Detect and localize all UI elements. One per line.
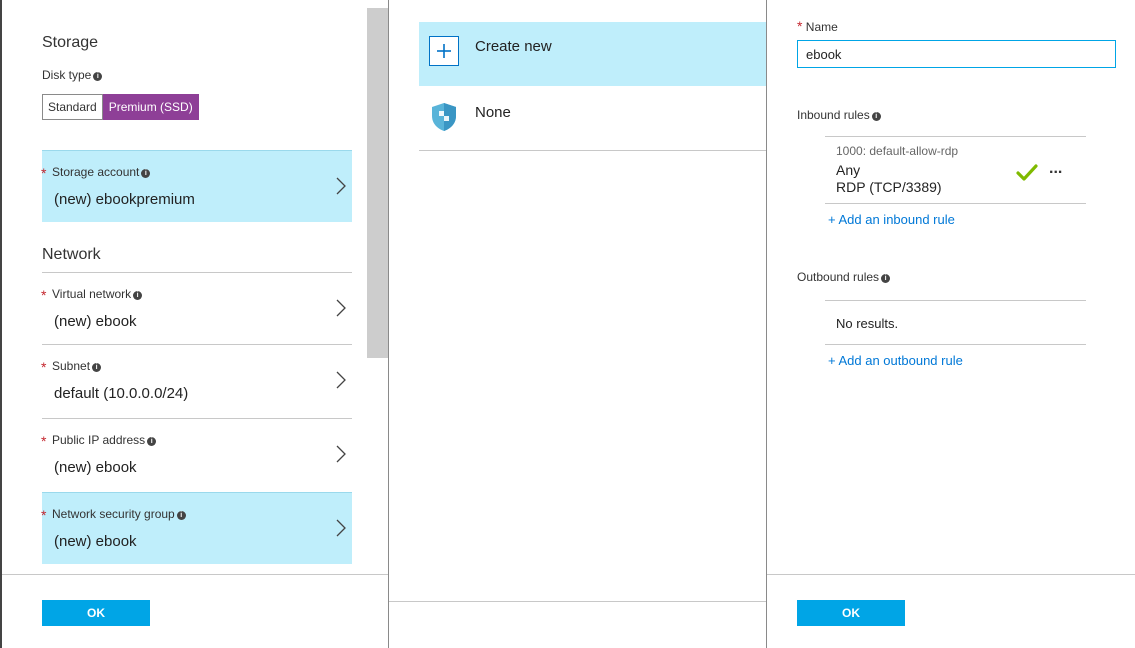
subnet-label: Subnet i [52, 359, 102, 373]
virtual-network-row[interactable]: * Virtual network i (new) ebook [41, 272, 352, 344]
option-divider [419, 150, 766, 151]
inbound-rules-bottom-divider [825, 203, 1086, 204]
info-icon: i [881, 274, 891, 283]
chevron-right-icon [336, 519, 346, 537]
inbound-rules-label: Inbound rules i [797, 108, 881, 122]
disk-type-premium[interactable]: Premium (SSD) [102, 94, 199, 120]
add-inbound-rule-link[interactable]: + Add an inbound rule [828, 212, 955, 227]
none-option[interactable]: None [419, 86, 766, 150]
create-new-label: Create new [475, 38, 552, 55]
virtual-network-value: (new) ebook [54, 313, 137, 330]
name-label: * Name [797, 18, 838, 34]
outbound-rules-top-divider [825, 300, 1086, 301]
storage-account-row[interactable]: * Storage account i (new) ebookpremium [41, 150, 352, 222]
network-security-group-value: (new) ebook [54, 533, 137, 550]
subnet-value: default (10.0.0.0/24) [54, 385, 189, 402]
choose-nsg-blade: Create new None [388, 0, 766, 648]
info-icon: i [176, 511, 186, 520]
blade-footer-divider [389, 601, 766, 602]
add-outbound-rule-link[interactable]: + Add an outbound rule [828, 353, 963, 368]
info-icon: i [133, 291, 143, 300]
public-ip-value: (new) ebook [54, 459, 137, 476]
blade-footer-divider [767, 574, 1135, 575]
inbound-rules-top-divider [825, 136, 1086, 137]
chevron-right-icon [336, 299, 346, 317]
disk-type-standard[interactable]: Standard [42, 94, 103, 120]
none-label: None [475, 104, 511, 121]
outbound-empty-text: No results. [836, 316, 899, 331]
blade-footer-divider [2, 574, 388, 575]
name-input[interactable] [797, 40, 1116, 68]
info-icon: i [141, 169, 151, 178]
subnet-row[interactable]: * Subnet i default (10.0.0.0/24) [41, 344, 352, 416]
checkmark-icon [1016, 164, 1038, 181]
chevron-right-icon [336, 445, 346, 463]
required-asterisk: * [41, 433, 47, 449]
shield-icon [432, 103, 456, 131]
vertical-scrollbar[interactable] [367, 8, 389, 358]
rule-source: Any [836, 162, 861, 178]
rule-name: 1000: default-allow-rdp [836, 144, 959, 158]
more-actions-icon[interactable]: ... [1049, 160, 1062, 178]
create-nsg-ok-button[interactable]: OK [797, 600, 905, 626]
create-new-option[interactable]: Create new [419, 22, 766, 86]
info-icon: i [147, 437, 157, 446]
required-asterisk: * [41, 165, 47, 181]
storage-account-label: Storage account i [52, 165, 151, 179]
storage-account-value: (new) ebookpremium [54, 191, 195, 208]
public-ip-label: Public IP address i [52, 433, 157, 447]
required-asterisk: * [41, 359, 47, 375]
info-icon: i [871, 112, 881, 121]
chevron-right-icon [336, 177, 346, 195]
info-icon: i [92, 363, 102, 372]
required-asterisk: * [41, 287, 47, 303]
public-ip-row[interactable]: * Public IP address i (new) ebook [41, 418, 352, 490]
rule-service: RDP (TCP/3389) [836, 179, 942, 195]
chevron-right-icon [336, 371, 346, 389]
disk-type-toggle: Standard Premium (SSD) [42, 94, 199, 120]
network-section-title: Network [42, 246, 101, 263]
info-icon: i [93, 72, 103, 81]
network-security-group-label: Network security group i [52, 507, 186, 521]
plus-icon [429, 36, 459, 66]
required-asterisk: * [797, 18, 803, 34]
settings-ok-button[interactable]: OK [42, 600, 150, 626]
storage-section-title: Storage [42, 34, 99, 51]
create-nsg-blade: * Name Inbound rulesi 1000: default-allo… [766, 0, 1135, 648]
required-asterisk: * [41, 507, 47, 523]
network-security-group-row[interactable]: * Network security group i (new) ebook [41, 492, 352, 564]
disk-type-label: Disk type i [42, 68, 103, 82]
inbound-rule-row[interactable]: 1000: default-allow-rdp Any RDP (TCP/338… [825, 138, 1086, 202]
outbound-rules-bottom-divider [825, 344, 1086, 345]
outbound-rules-label: Outbound rules i [797, 270, 891, 284]
virtual-network-label: Virtual network i [52, 287, 143, 301]
vm-settings-blade: Storage Disk type i Standard Premium (SSD… [0, 0, 389, 648]
